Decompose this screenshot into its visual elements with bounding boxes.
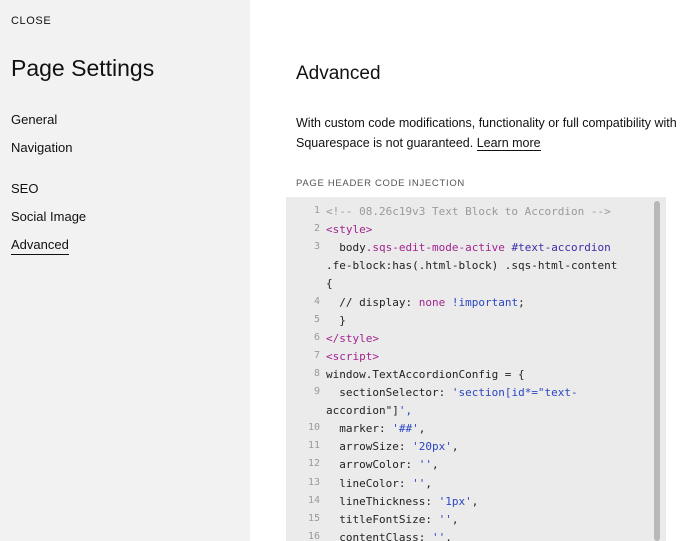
learn-more-link[interactable]: Learn more [476, 136, 541, 151]
code-text: arrowSize: '20px', [326, 440, 459, 454]
code-text: <!-- 08.26c19v3 Text Block to Accordion … [326, 205, 611, 218]
close-button[interactable]: CLOSE [11, 15, 51, 27]
line-number: 10 [307, 422, 320, 434]
code-text: .fe-block:has(.html-block) .sqs-html-con… [326, 259, 618, 273]
line-number: 3 [313, 241, 320, 253]
code-text: { [326, 277, 333, 291]
line-number: 1 [313, 205, 320, 216]
line-number: 7 [313, 349, 320, 361]
sidebar-item-social-image[interactable]: Social Image [11, 209, 86, 224]
sidebar: CLOSE Page Settings General Navigation S… [0, 0, 250, 541]
page-settings-app: CLOSE Page Settings General Navigation S… [0, 0, 700, 541]
sidebar-item-advanced[interactable]: Advanced [11, 237, 69, 255]
code-text: window.TextAccordionConfig = { [326, 367, 525, 381]
code-injection-label: PAGE HEADER CODE INJECTION [296, 178, 465, 189]
code-text: <style> [326, 223, 373, 237]
code-text: sectionSelector: 'section[id*="text- [326, 386, 578, 399]
code-text: accordion"]', [326, 404, 413, 418]
code-text: lineThickness: '1px', [326, 494, 479, 508]
line-number: 6 [313, 331, 320, 343]
section-title: Advanced [296, 63, 381, 84]
code-text: <script> [326, 349, 379, 363]
line-number: 16 [307, 530, 320, 541]
sidebar-title: Page Settings [11, 55, 155, 81]
line-number: 14 [307, 494, 320, 506]
code-text: marker: '##', [326, 422, 426, 436]
line-number: 15 [307, 512, 320, 524]
line-number: 12 [307, 458, 320, 470]
line-number: 4 [313, 295, 320, 307]
code-text: </style> [326, 331, 379, 345]
code-text: contentClass: '', [326, 530, 452, 541]
line-number: 11 [307, 440, 320, 452]
code-text: arrowColor: '', [326, 458, 439, 472]
code-text: titleFontSize: '', [326, 512, 459, 526]
line-number: 2 [313, 223, 320, 235]
editor-scrollbar[interactable] [654, 201, 660, 541]
sidebar-item-seo[interactable]: SEO [11, 181, 38, 196]
code-editor[interactable]: 1 <!-- 08.26c19v3 Text Block to Accordion… [286, 197, 666, 541]
line-number: 5 [313, 313, 320, 325]
code-text: lineColor: '', [326, 476, 432, 490]
code-text: body.sqs-edit-mode-active #text-accordio… [326, 241, 611, 255]
line-number: 9 [313, 386, 320, 397]
sidebar-item-navigation[interactable]: Navigation [11, 140, 72, 155]
line-number: 8 [313, 367, 320, 379]
main-panel: Advanced With custom code modifications,… [250, 0, 700, 541]
description-text: With custom code modifications, function… [296, 113, 696, 153]
code-text: } [326, 313, 346, 327]
line-number: 13 [307, 476, 320, 488]
sidebar-item-general[interactable]: General [11, 112, 57, 127]
code-text: // display: none !important; [326, 295, 525, 309]
